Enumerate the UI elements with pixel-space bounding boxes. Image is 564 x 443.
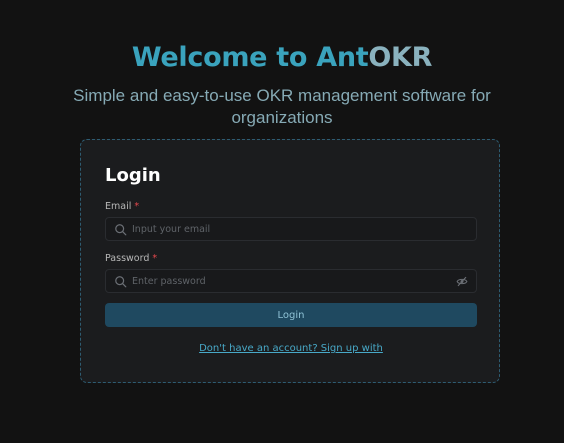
login-card-title: Login (105, 165, 161, 186)
login-card: Login Email* Password* Login (80, 139, 500, 383)
password-input[interactable] (132, 270, 442, 292)
email-input[interactable] (132, 218, 442, 240)
search-icon (115, 224, 127, 236)
page-title-main: Welcome to Ant (131, 42, 369, 73)
email-label: Email * (105, 200, 139, 214)
search-icon (115, 276, 127, 288)
password-required-mark: * (152, 253, 158, 264)
page-subtitle: Simple and easy-to-use OKR management so… (73, 86, 491, 127)
page-title: Welcome to AntOKR (0, 38, 564, 78)
password-field-wrapper[interactable] (105, 269, 477, 293)
login-button[interactable]: Login (105, 303, 477, 327)
login-page: Welcome to AntOKR Simple and easy-to-use… (0, 0, 564, 443)
email-field-wrapper[interactable] (105, 217, 477, 241)
email-required-mark: * (134, 201, 140, 212)
password-label: Password * (105, 252, 157, 266)
eye-slash-icon[interactable] (456, 276, 468, 287)
password-label-text: Password (105, 253, 150, 264)
signup-link-row: Don't have an account? Sign up with (81, 342, 501, 356)
email-label-text: Email (105, 201, 132, 212)
signup-link[interactable]: Don't have an account? Sign up with (199, 343, 383, 354)
page-title-brand-tail: OKR (368, 42, 433, 73)
